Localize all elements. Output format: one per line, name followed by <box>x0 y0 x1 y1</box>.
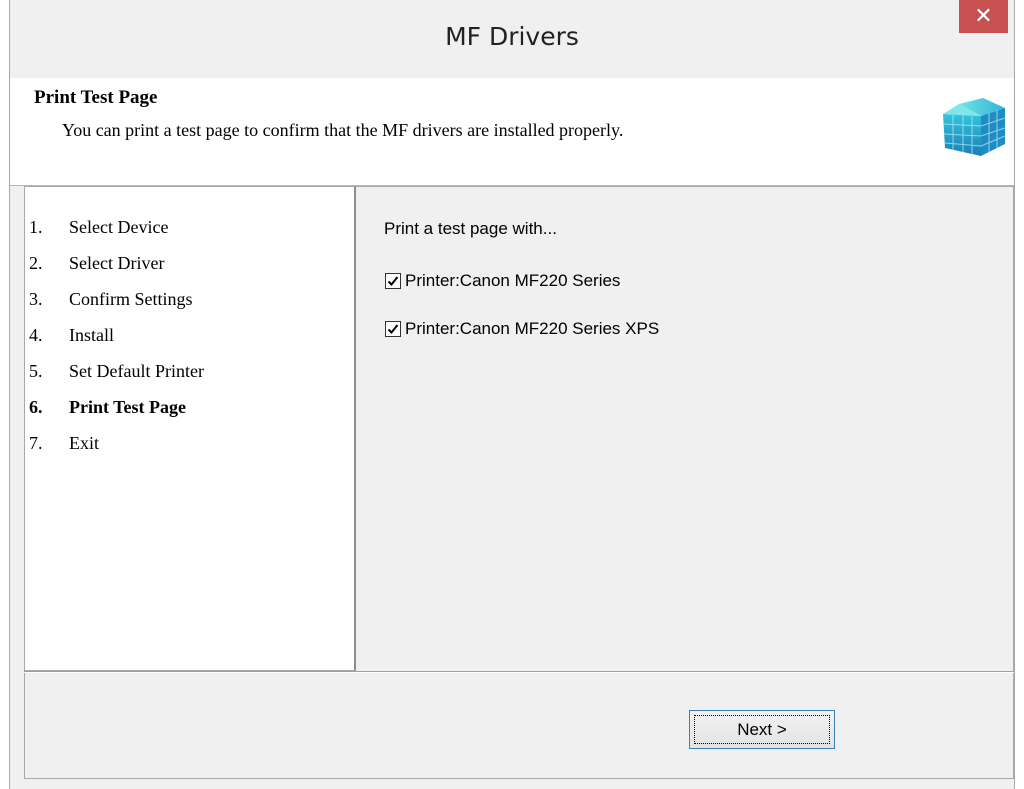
page-description: You can print a test page to confirm tha… <box>62 120 624 140</box>
printer-label-2: Printer:Canon MF220 Series XPS <box>405 319 660 338</box>
next-button[interactable]: Next > <box>689 710 835 749</box>
focus-rectangle <box>694 715 830 744</box>
page-title: Print Test Page <box>34 87 158 108</box>
page-header: Print Test Page You can print a test pag… <box>10 78 1014 186</box>
window-title: MF Drivers <box>445 22 579 51</box>
close-icon: ✕ <box>974 4 993 29</box>
installer-logo-icon <box>943 98 1005 156</box>
printer-label-1: Printer:Canon MF220 Series <box>405 271 621 290</box>
printer-checkbox-1[interactable] <box>385 273 401 289</box>
steps-panel: 1. Select Device 2. Select Driver 3. Con… <box>24 186 356 671</box>
printer-option-2[interactable]: Printer:Canon MF220 Series XPS <box>385 318 659 340</box>
checkmark-icon <box>387 324 399 334</box>
print-test-prompt: Print a test page with... <box>384 219 557 238</box>
printer-option-1[interactable]: Printer:Canon MF220 Series <box>385 270 620 292</box>
close-button[interactable]: ✕ <box>959 0 1008 33</box>
checkmark-icon <box>387 276 399 286</box>
content-panel <box>356 186 1014 671</box>
footer-area <box>24 673 1014 779</box>
printer-checkbox-2[interactable] <box>385 321 401 337</box>
title-bar: MF Drivers ✕ <box>10 0 1014 78</box>
